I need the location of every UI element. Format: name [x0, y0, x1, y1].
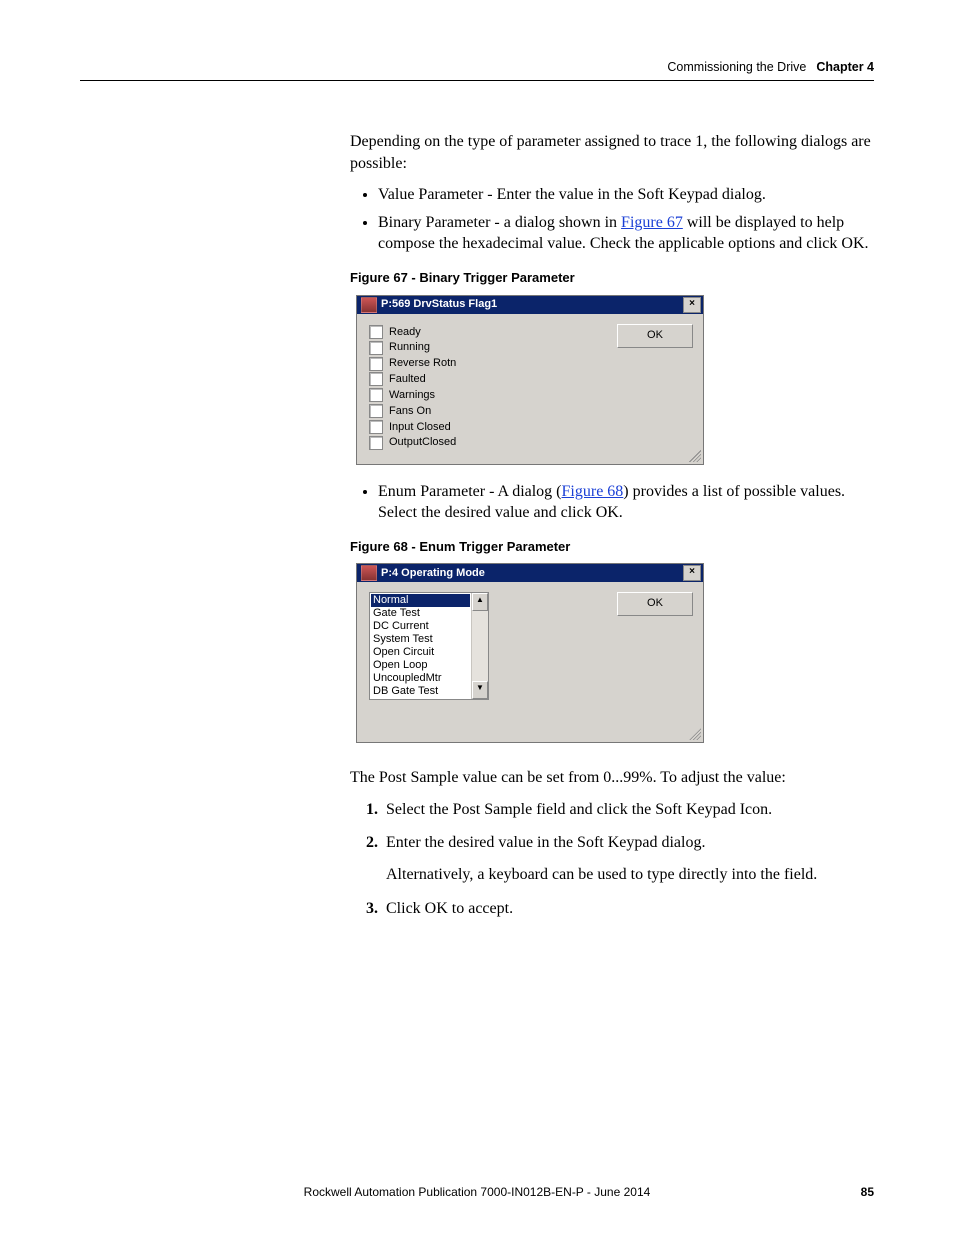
step-1: Select the Post Sample field and click t… — [382, 799, 874, 821]
step-text: Alternatively, a keyboard can be used to… — [386, 866, 817, 883]
dialog-title: P:569 DrvStatus Flag1 — [381, 297, 679, 312]
checkbox-fans-on[interactable] — [369, 404, 383, 418]
list-item[interactable]: Open Circuit — [371, 646, 470, 659]
checkbox-label: Fans On — [389, 404, 431, 419]
list-item[interactable]: System Test — [371, 633, 470, 646]
operating-mode-listbox[interactable]: Normal Gate Test DC Current System Test … — [369, 592, 489, 700]
breadcrumb: Commissioning the Drive — [667, 60, 806, 74]
scroll-down-icon[interactable]: ▼ — [472, 681, 488, 699]
list-item[interactable]: UncoupledMtr — [371, 672, 470, 685]
header-rule — [80, 80, 874, 81]
list-item[interactable]: DC Current — [371, 620, 470, 633]
checkbox-faulted[interactable] — [369, 372, 383, 386]
dialog-icon — [361, 297, 377, 313]
list-item[interactable]: Normal — [371, 594, 470, 607]
post-sample-para: The Post Sample value can be set from 0.… — [350, 767, 874, 789]
step-2: Enter the desired value in the Soft Keyp… — [382, 832, 874, 885]
chapter-label: Chapter 4 — [816, 60, 874, 74]
ok-button[interactable]: OK — [617, 324, 693, 348]
scroll-up-icon[interactable]: ▲ — [472, 593, 488, 611]
checkbox-reverse-rotn[interactable] — [369, 357, 383, 371]
checkbox-warnings[interactable] — [369, 388, 383, 402]
figure-67-link[interactable]: Figure 67 — [621, 214, 683, 231]
checkbox-label: Reverse Rotn — [389, 356, 456, 371]
list-item[interactable]: DB Gate Test — [371, 685, 470, 698]
resize-handle-icon[interactable] — [689, 450, 701, 462]
checkbox-output-closed[interactable] — [369, 436, 383, 450]
page-number: 85 — [834, 1185, 874, 1199]
close-icon[interactable]: × — [683, 565, 701, 581]
resize-handle-icon[interactable] — [689, 728, 701, 740]
bullet-text: Enum Parameter - A dialog ( — [378, 483, 562, 500]
step-text: Enter the desired value in the Soft Keyp… — [386, 834, 705, 851]
step-3: Click OK to accept. — [382, 898, 874, 920]
bullet-enum-param: Enum Parameter - A dialog (Figure 68) pr… — [378, 481, 874, 524]
list-item[interactable]: Gate Test — [371, 607, 470, 620]
checkbox-running[interactable] — [369, 341, 383, 355]
dialog-titlebar[interactable]: P:4 Operating Mode × — [357, 564, 703, 582]
binary-trigger-dialog: P:569 DrvStatus Flag1 × Ready Running Re… — [356, 295, 704, 465]
checkbox-label: Ready — [389, 325, 421, 340]
checkbox-label: OutputClosed — [389, 435, 456, 450]
footer-publication: Rockwell Automation Publication 7000-IN0… — [120, 1185, 834, 1199]
checkbox-input-closed[interactable] — [369, 420, 383, 434]
ok-button[interactable]: OK — [617, 592, 693, 616]
bullet-text: Binary Parameter - a dialog shown in — [378, 214, 621, 231]
figure-68-caption: Figure 68 - Enum Trigger Parameter — [350, 538, 874, 556]
list-item[interactable]: Open Loop — [371, 659, 470, 672]
intro-para: Depending on the type of parameter assig… — [350, 131, 874, 174]
bullet-value-param: Value Parameter - Enter the value in the… — [378, 184, 874, 206]
dialog-title: P:4 Operating Mode — [381, 566, 679, 581]
checkbox-label: Warnings — [389, 388, 435, 403]
enum-trigger-dialog: P:4 Operating Mode × Normal Gate Test DC… — [356, 563, 704, 743]
checkbox-label: Faulted — [389, 372, 426, 387]
figure-67-caption: Figure 67 - Binary Trigger Parameter — [350, 269, 874, 287]
dialog-icon — [361, 565, 377, 581]
checkbox-label: Input Closed — [389, 420, 451, 435]
close-icon[interactable]: × — [683, 297, 701, 313]
bullet-binary-param: Binary Parameter - a dialog shown in Fig… — [378, 212, 874, 255]
dialog-titlebar[interactable]: P:569 DrvStatus Flag1 × — [357, 296, 703, 314]
scrollbar-track[interactable] — [472, 611, 488, 681]
checkbox-label: Running — [389, 340, 430, 355]
checkbox-ready[interactable] — [369, 325, 383, 339]
figure-68-link[interactable]: Figure 68 — [562, 483, 624, 500]
